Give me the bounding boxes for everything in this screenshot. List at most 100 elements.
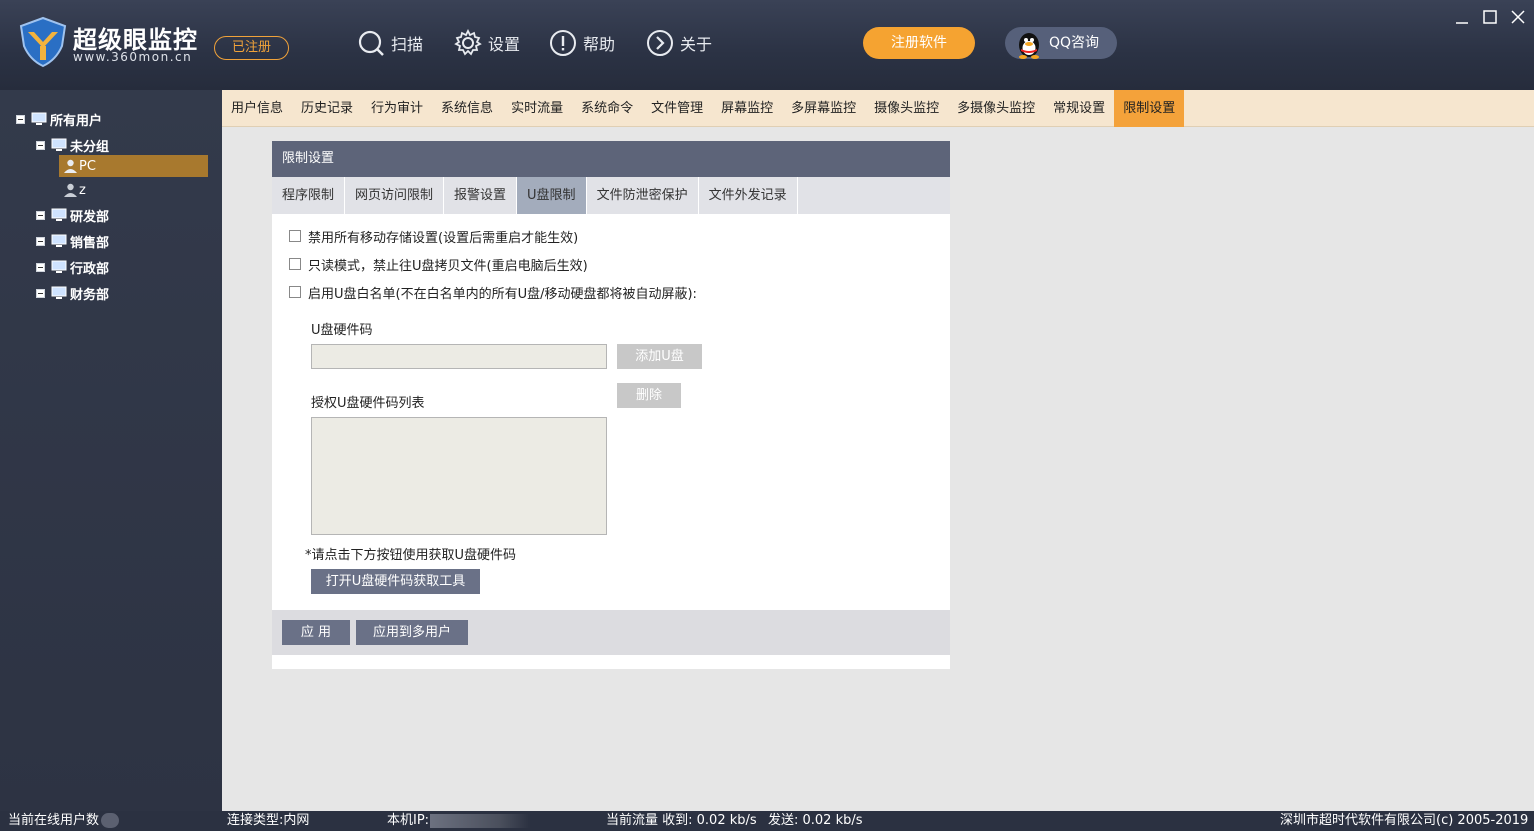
checkbox-label: 启用U盘白名单(不在白名单内的所有U盘/移动硬盘都将被自动屏蔽): [308,286,697,302]
tree-node-rnd[interactable]: 研发部 [36,204,109,226]
tab-file-manager[interactable]: 文件管理 [642,90,712,127]
register-software-button[interactable]: 注册软件 [863,27,975,59]
u-code-list-label: 授权U盘硬件码列表 [311,396,425,411]
tab-system-command[interactable]: 系统命令 [572,90,642,127]
monitor-icon [31,112,47,125]
traffic-received-status: 当前流量 收到: 0.02 kb/s [606,813,757,828]
tab-restriction-settings[interactable]: 限制设置 [1114,90,1185,127]
checkbox-label: 只读模式，禁止往U盘拷贝文件(重启电脑后生效) [308,258,588,274]
gear-icon [454,29,482,56]
status-bar: 当前在线用户数 连接类型:内网 本机IP: 当前流量 收到: 0.02 kb/s… [0,811,1534,831]
tab-history[interactable]: 历史记录 [292,90,362,127]
redacted-count [101,813,119,828]
about-button[interactable]: 关于 [646,26,712,60]
main-tab-bar: 用户信息 历史记录 行为审计 系统信息 实时流量 系统命令 文件管理 屏幕监控 … [222,90,1534,127]
tree-node-label: 财务部 [70,287,110,303]
tree-node-ungrouped[interactable]: 未分组 [36,134,109,156]
u-code-label: U盘硬件码 [311,323,373,338]
tree-node-label: 行政部 [70,261,110,277]
logo-shield-icon [19,16,67,68]
subtab-alarm-settings[interactable]: 报警设置 [444,177,518,214]
tree-node-admin[interactable]: 行政部 [36,256,109,278]
subtab-web-restrict[interactable]: 网页访问限制 [345,177,445,214]
connection-type-status: 连接类型:内网 [227,813,310,828]
maximize-icon[interactable] [1479,6,1501,28]
tree-node-label: 研发部 [70,209,110,225]
tree-node-sales[interactable]: 销售部 [36,230,109,252]
tab-screen-monitor[interactable]: 屏幕监控 [712,90,782,127]
brand-url: www.360mon.cn [73,50,193,64]
help-label: 帮助 [583,35,616,54]
settings-label: 设置 [488,35,521,54]
collapse-toggle-icon[interactable] [36,262,45,272]
subtab-program-restrict[interactable]: 程序限制 [272,177,346,214]
disable-removable-storage-checkbox[interactable] [289,230,301,242]
tab-multi-screen[interactable]: 多屏幕监控 [782,90,865,127]
monitor-icon [51,286,67,299]
tree-node-all-users[interactable]: 所有用户 [16,108,102,130]
monitor-icon [51,260,67,273]
user-tree-sidebar: 所有用户 未分组 PC z 研发部 销售部 行政部 财务部 [0,90,222,811]
subtab-usb-restrict[interactable]: U盘限制 [517,177,587,214]
exclamation-icon [550,30,576,56]
qq-penguin-icon [1019,33,1039,59]
tree-user-z[interactable]: z [59,179,208,201]
tree-node-finance[interactable]: 财务部 [36,282,109,304]
usb-whitelist-option[interactable]: 启用U盘白名单(不在白名单内的所有U盘/移动硬盘都将被自动屏蔽): [289,282,697,302]
traffic-sent-status: 发送: 0.02 kb/s [768,813,863,828]
tab-system-info[interactable]: 系统信息 [432,90,502,127]
panel-title: 限制设置 [272,141,950,177]
monitor-icon [51,234,67,247]
online-users-status: 当前在线用户数 [8,813,100,828]
monitor-icon [51,138,67,151]
restriction-panel: 限制设置 程序限制 网页访问限制 报警设置 U盘限制 文件防泄密保护 文件外发记… [272,141,950,669]
tab-general-settings[interactable]: 常规设置 [1044,90,1114,127]
content-area: 限制设置 程序限制 网页访问限制 报警设置 U盘限制 文件防泄密保护 文件外发记… [222,127,1534,811]
registered-badge: 已注册 [214,36,289,60]
copyright-text: 深圳市超时代软件有限公司(c) 2005-2019 [1280,813,1529,828]
close-icon[interactable] [1507,6,1529,28]
tab-audit[interactable]: 行为审计 [362,90,432,127]
minimize-icon[interactable] [1451,6,1473,28]
tree-user-label: PC [79,158,96,174]
scan-button[interactable]: 扫描 [357,26,423,60]
tree-user-label: z [79,182,86,198]
tree-user-pc[interactable]: PC [59,155,208,177]
readonly-mode-option[interactable]: 只读模式，禁止往U盘拷贝文件(重启电脑后生效) [289,254,588,274]
add-usb-button[interactable]: 添加U盘 [617,344,702,369]
apply-to-multiple-users-button[interactable]: 应用到多用户 [356,620,468,645]
tab-user-info[interactable]: 用户信息 [222,90,292,127]
panel-footer: 应 用 应用到多用户 [272,610,950,655]
chevron-right-icon [647,30,673,56]
open-u-code-tool-button[interactable]: 打开U盘硬件码获取工具 [311,569,480,594]
scan-label: 扫描 [391,35,424,54]
readonly-mode-checkbox[interactable] [289,258,301,270]
title-bar: 超级眼监控 www.360mon.cn 已注册 扫描 设置 帮助 关于 注册软件… [0,0,1534,90]
qq-label: QQ咨询 [1049,35,1100,51]
u-code-input[interactable] [311,344,607,369]
apply-button[interactable]: 应 用 [282,620,350,645]
subtab-file-send-log[interactable]: 文件外发记录 [699,177,798,214]
tab-camera-monitor[interactable]: 摄像头监控 [865,90,948,127]
collapse-toggle-icon[interactable] [36,210,45,220]
disable-removable-storage-option[interactable]: 禁用所有移动存储设置(设置后需重启才能生效) [289,226,578,246]
tab-realtime-traffic[interactable]: 实时流量 [502,90,572,127]
tree-node-label: 销售部 [70,235,110,251]
monitor-icon [51,208,67,221]
tab-multi-camera[interactable]: 多摄像头监控 [948,90,1044,127]
help-button[interactable]: 帮助 [549,26,615,60]
collapse-toggle-icon[interactable] [36,236,45,246]
collapse-toggle-icon[interactable] [36,140,45,150]
authorized-u-code-list[interactable] [311,417,607,535]
local-ip-status: 本机IP: [387,813,430,828]
user-icon [64,183,77,197]
delete-button[interactable]: 删除 [617,383,681,408]
settings-button[interactable]: 设置 [454,26,520,60]
collapse-toggle-icon[interactable] [36,288,45,298]
qq-consult-button[interactable]: QQ咨询 [1005,27,1117,59]
search-icon [358,30,384,56]
tree-node-label: 未分组 [70,139,110,155]
collapse-toggle-icon[interactable] [16,114,25,124]
subtab-file-leak-protect[interactable]: 文件防泄密保护 [587,177,699,214]
usb-whitelist-checkbox[interactable] [289,286,301,298]
